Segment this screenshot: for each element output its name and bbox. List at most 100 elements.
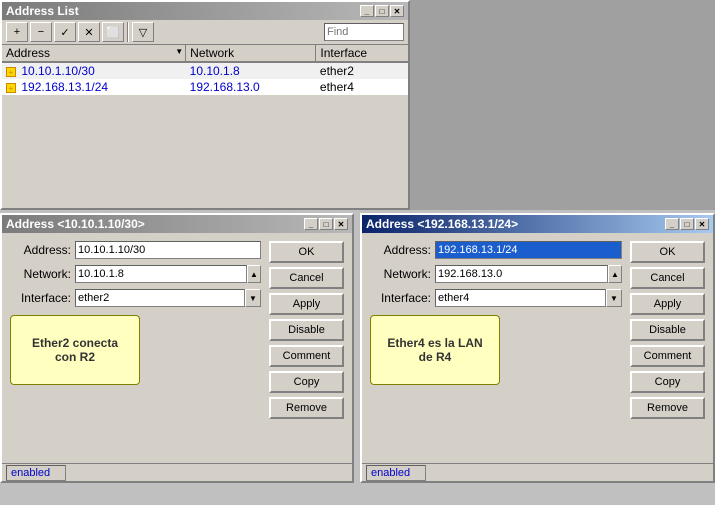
network-input-container-right: ▲ bbox=[435, 265, 622, 283]
interface-input-container-right: ▼ bbox=[435, 289, 622, 307]
close-btn-right[interactable]: ✕ bbox=[695, 218, 709, 230]
dialog-left-buttons: OK Cancel Apply Disable Comment Copy Rem… bbox=[269, 241, 344, 451]
dialog-right: Address <192.168.13.1/24> _ □ ✕ Address:… bbox=[360, 213, 715, 483]
minimize-btn-right[interactable]: _ bbox=[665, 218, 679, 230]
status-text-right: enabled bbox=[371, 467, 410, 479]
delete-button[interactable]: ✕ bbox=[78, 22, 100, 42]
address-label: Address: bbox=[10, 243, 75, 257]
address-list-toolbar: + − ✓ ✕ ⬜ ▽ bbox=[2, 20, 408, 45]
minimize-btn[interactable]: _ bbox=[360, 5, 374, 17]
maximize-btn[interactable]: □ bbox=[375, 5, 389, 17]
close-btn-left[interactable]: ✕ bbox=[334, 218, 348, 230]
interface-input-right[interactable] bbox=[435, 289, 606, 307]
address-list-title-bar: Address List _ □ ✕ bbox=[2, 2, 408, 20]
address-list-window: Address List _ □ ✕ + − ✓ ✕ ⬜ ▽ Address ▼… bbox=[0, 0, 410, 210]
edit-button[interactable]: ✓ bbox=[54, 22, 76, 42]
sort-icon: ▼ bbox=[175, 47, 183, 56]
filter-button[interactable]: ▽ bbox=[132, 22, 154, 42]
address-input-right[interactable] bbox=[435, 241, 622, 259]
close-btn[interactable]: ✕ bbox=[390, 5, 404, 17]
tooltip-right: Ether4 es la LAN de R4 bbox=[370, 315, 500, 385]
apply-button-left[interactable]: Apply bbox=[269, 293, 344, 315]
interface-dropdown-btn[interactable]: ▼ bbox=[245, 289, 261, 307]
network-row: Network: ▲ bbox=[10, 265, 261, 283]
network-column-header[interactable]: Network bbox=[186, 45, 316, 62]
status-text-left: enabled bbox=[11, 467, 50, 479]
interface-column-header[interactable]: Interface bbox=[316, 45, 408, 62]
table-row[interactable]: + 10.10.1.10/30 10.10.1.8 ether2 bbox=[2, 62, 408, 79]
interface-input-container: ▼ bbox=[75, 289, 261, 307]
gray-area bbox=[410, 0, 715, 210]
interface-cell: ether2 bbox=[316, 62, 408, 79]
ip-icon: + bbox=[6, 67, 16, 77]
cancel-button-right[interactable]: Cancel bbox=[630, 267, 705, 289]
copy-toolbar-button[interactable]: ⬜ bbox=[102, 22, 124, 42]
interface-cell: ether4 bbox=[316, 79, 408, 95]
maximize-btn-left[interactable]: □ bbox=[319, 218, 333, 230]
toolbar-separator bbox=[127, 22, 129, 42]
cancel-button-left[interactable]: Cancel bbox=[269, 267, 344, 289]
dialog-right-title: Address <192.168.13.1/24> bbox=[366, 217, 518, 231]
title-bar-controls-right: _ □ ✕ bbox=[665, 218, 709, 230]
dialog-right-buttons: OK Cancel Apply Disable Comment Copy Rem… bbox=[630, 241, 705, 451]
title-bar-controls-left: _ □ ✕ bbox=[304, 218, 348, 230]
dialog-left-title: Address <10.10.1.10/30> bbox=[6, 217, 145, 231]
copy-button-right[interactable]: Copy bbox=[630, 371, 705, 393]
dialog-left-form: Address: Network: ▲ Interface: ▼ Ether2 … bbox=[10, 241, 261, 451]
network-spin-btn-right[interactable]: ▲ bbox=[608, 265, 622, 283]
dialog-right-form: Address: Network: ▲ Interface: ▼ Ether4 … bbox=[370, 241, 622, 451]
find-input[interactable] bbox=[324, 23, 404, 41]
dialog-left-content: Address: Network: ▲ Interface: ▼ Ether2 … bbox=[2, 233, 352, 459]
disable-button-left[interactable]: Disable bbox=[269, 319, 344, 341]
comment-button-right[interactable]: Comment bbox=[630, 345, 705, 367]
remove-toolbar-button[interactable]: − bbox=[30, 22, 52, 42]
maximize-btn-right[interactable]: □ bbox=[680, 218, 694, 230]
address-column-header[interactable]: Address ▼ bbox=[2, 45, 186, 62]
address-list-title: Address List bbox=[6, 4, 79, 18]
network-spin-btn[interactable]: ▲ bbox=[247, 265, 261, 283]
dialog-right-title-bar: Address <192.168.13.1/24> _ □ ✕ bbox=[362, 215, 713, 233]
status-bar-left: enabled bbox=[2, 463, 352, 481]
ip-icon: + bbox=[6, 83, 16, 93]
tooltip-left: Ether2 conecta con R2 bbox=[10, 315, 140, 385]
interface-label: Interface: bbox=[10, 291, 75, 305]
network-row-right: Network: ▲ bbox=[370, 265, 622, 283]
address-table: Address ▼ Network Interface + 10.10.1.10… bbox=[2, 45, 408, 95]
comment-button-left[interactable]: Comment bbox=[269, 345, 344, 367]
apply-button-right[interactable]: Apply bbox=[630, 293, 705, 315]
address-cell: + 192.168.13.1/24 bbox=[2, 79, 186, 95]
table-row[interactable]: + 192.168.13.1/24 192.168.13.0 ether4 bbox=[2, 79, 408, 95]
remove-button-right[interactable]: Remove bbox=[630, 397, 705, 419]
status-panel-left: enabled bbox=[6, 465, 66, 481]
status-panel-right: enabled bbox=[366, 465, 426, 481]
title-bar-controls: _ □ ✕ bbox=[360, 5, 404, 17]
network-cell: 192.168.13.0 bbox=[186, 79, 316, 95]
network-label-right: Network: bbox=[370, 267, 435, 281]
address-input-left[interactable] bbox=[75, 241, 261, 259]
network-input-right[interactable] bbox=[435, 265, 608, 283]
dialog-left: Address <10.10.1.10/30> _ □ ✕ Address: N… bbox=[0, 213, 354, 483]
address-row-right: Address: bbox=[370, 241, 622, 259]
dialog-left-title-bar: Address <10.10.1.10/30> _ □ ✕ bbox=[2, 215, 352, 233]
interface-row-right: Interface: ▼ bbox=[370, 289, 622, 307]
ok-button-right[interactable]: OK bbox=[630, 241, 705, 263]
interface-input-left[interactable] bbox=[75, 289, 245, 307]
address-row: Address: bbox=[10, 241, 261, 259]
address-label-right: Address: bbox=[370, 243, 435, 257]
add-button[interactable]: + bbox=[6, 22, 28, 42]
interface-label-right: Interface: bbox=[370, 291, 435, 305]
minimize-btn-left[interactable]: _ bbox=[304, 218, 318, 230]
network-input-container: ▲ bbox=[75, 265, 261, 283]
address-cell: + 10.10.1.10/30 bbox=[2, 62, 186, 79]
network-input-left[interactable] bbox=[75, 265, 247, 283]
remove-button-left[interactable]: Remove bbox=[269, 397, 344, 419]
dialog-right-content: Address: Network: ▲ Interface: ▼ Ether4 … bbox=[362, 233, 713, 459]
interface-row: Interface: ▼ bbox=[10, 289, 261, 307]
status-bar-right: enabled bbox=[362, 463, 713, 481]
network-cell: 10.10.1.8 bbox=[186, 62, 316, 79]
interface-dropdown-btn-right[interactable]: ▼ bbox=[606, 289, 622, 307]
address-table-container: Address ▼ Network Interface + 10.10.1.10… bbox=[2, 45, 408, 191]
disable-button-right[interactable]: Disable bbox=[630, 319, 705, 341]
ok-button-left[interactable]: OK bbox=[269, 241, 344, 263]
copy-button-left[interactable]: Copy bbox=[269, 371, 344, 393]
